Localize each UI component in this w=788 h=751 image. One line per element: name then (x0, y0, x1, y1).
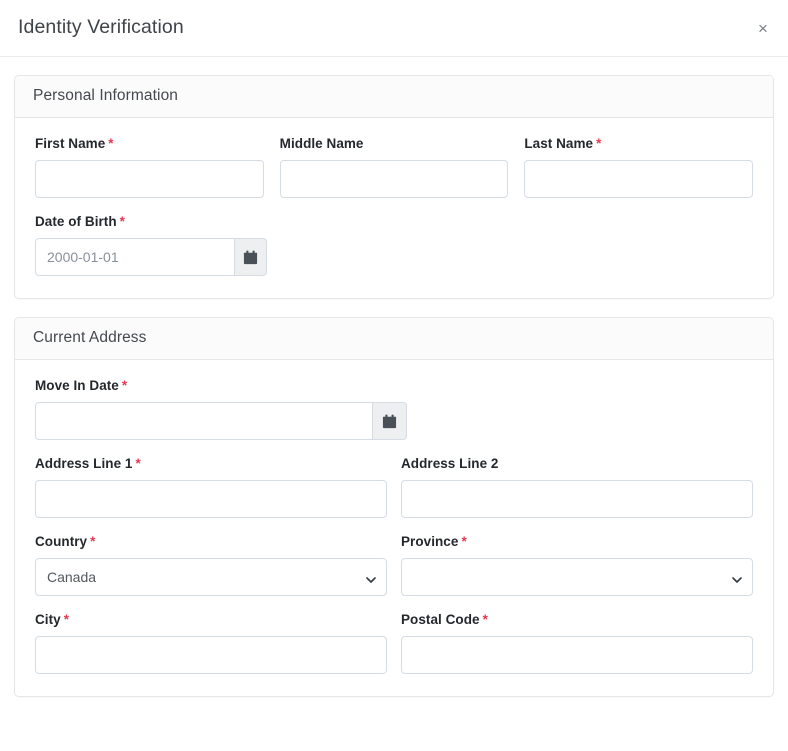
date-of-birth-input[interactable] (35, 238, 234, 276)
label-date-of-birth: Date of Birth * (35, 214, 267, 229)
move-in-date-calendar-button[interactable] (371, 402, 407, 440)
card-current-address: Current Address Move In Date * Address L… (14, 317, 774, 697)
card-personal-information: Personal Information First Name * Middle … (14, 75, 774, 299)
first-name-input[interactable] (35, 160, 264, 198)
field-group-province: Province * (401, 534, 753, 596)
field-group-middle-name: Middle Name (279, 136, 509, 198)
province-select[interactable] (401, 558, 753, 596)
city-input[interactable] (35, 636, 387, 674)
country-select-wrap: Canada (35, 558, 387, 596)
date-of-birth-input-group (35, 238, 267, 276)
label-text-address-line-1: Address Line 1 (35, 456, 133, 471)
field-group-country: Country * Canada (35, 534, 387, 596)
form-row-city-postal: City * Postal Code * (35, 612, 753, 674)
label-address-line-2: Address Line 2 (401, 456, 753, 471)
required-marker: * (461, 534, 467, 549)
required-marker: * (135, 456, 141, 471)
modal-body: Personal Information First Name * Middle … (0, 57, 788, 697)
required-marker: * (63, 612, 70, 627)
close-icon[interactable]: × (750, 15, 776, 41)
modal-header: Identity Verification × (0, 0, 788, 57)
form-row-country-province: Country * Canada Province * (35, 534, 753, 596)
form-row-address-lines: Address Line 1 * Address Line 2 (35, 456, 753, 518)
field-group-last-name: Last Name * (524, 136, 754, 198)
label-city: City * (35, 612, 387, 627)
field-group-address-line-2: Address Line 2 (401, 456, 753, 518)
last-name-input[interactable] (524, 160, 754, 198)
section-title-personal-information: Personal Information (15, 76, 773, 118)
required-marker: * (90, 534, 96, 549)
label-postal-code: Postal Code * (401, 612, 753, 627)
label-text-first-name: First Name (35, 136, 106, 151)
field-group-postal-code: Postal Code * (401, 612, 753, 674)
form-row-names: First Name * Middle Name Last Name * (35, 136, 754, 198)
calendar-icon (243, 250, 258, 265)
required-marker: * (596, 136, 602, 151)
label-first-name: First Name * (35, 136, 264, 151)
field-group-address-line-1: Address Line 1 * (35, 456, 387, 518)
country-select[interactable]: Canada (35, 558, 387, 596)
postal-code-input[interactable] (401, 636, 753, 674)
label-text-province: Province (401, 534, 459, 549)
form-row-move-in-date: Move In Date * (35, 378, 753, 440)
label-text-date-of-birth: Date of Birth (35, 214, 117, 229)
field-group-first-name: First Name * (35, 136, 264, 198)
label-text-middle-name: Middle Name (279, 136, 364, 151)
field-group-move-in-date: Move In Date * (35, 378, 407, 440)
move-in-date-input[interactable] (35, 402, 372, 440)
form-row-date-of-birth: Date of Birth * (35, 214, 753, 276)
label-text-country: Country (35, 534, 88, 549)
label-text-last-name: Last Name (524, 136, 594, 151)
label-middle-name: Middle Name (280, 136, 509, 151)
label-text-move-in-date: Move In Date (35, 378, 119, 393)
required-marker: * (108, 136, 114, 151)
label-province: Province * (401, 534, 753, 549)
calendar-icon (382, 414, 397, 429)
field-group-date-of-birth: Date of Birth * (35, 214, 267, 276)
address-line-2-input[interactable] (401, 480, 753, 518)
section-title-current-address: Current Address (15, 318, 773, 360)
label-text-city: City (35, 612, 61, 627)
required-marker: * (119, 214, 125, 229)
label-text-address-line-2: Address Line 2 (401, 456, 499, 471)
required-marker: * (121, 378, 128, 393)
middle-name-input[interactable] (279, 160, 509, 198)
label-last-name: Last Name * (524, 136, 753, 151)
label-move-in-date: Move In Date * (35, 378, 407, 393)
required-marker: * (482, 612, 488, 627)
card-body-current-address: Move In Date * Address Line 1 * Address … (15, 360, 773, 696)
label-country: Country * (35, 534, 387, 549)
label-text-postal-code: Postal Code (401, 612, 480, 627)
address-line-1-input[interactable] (35, 480, 387, 518)
date-of-birth-calendar-button[interactable] (233, 238, 267, 276)
label-address-line-1: Address Line 1 * (35, 456, 387, 471)
page-title: Identity Verification (18, 16, 184, 39)
field-group-city: City * (35, 612, 387, 674)
province-select-wrap (401, 558, 753, 596)
card-body-personal-information: First Name * Middle Name Last Name * Dat… (15, 118, 773, 298)
move-in-date-input-group (35, 402, 407, 440)
